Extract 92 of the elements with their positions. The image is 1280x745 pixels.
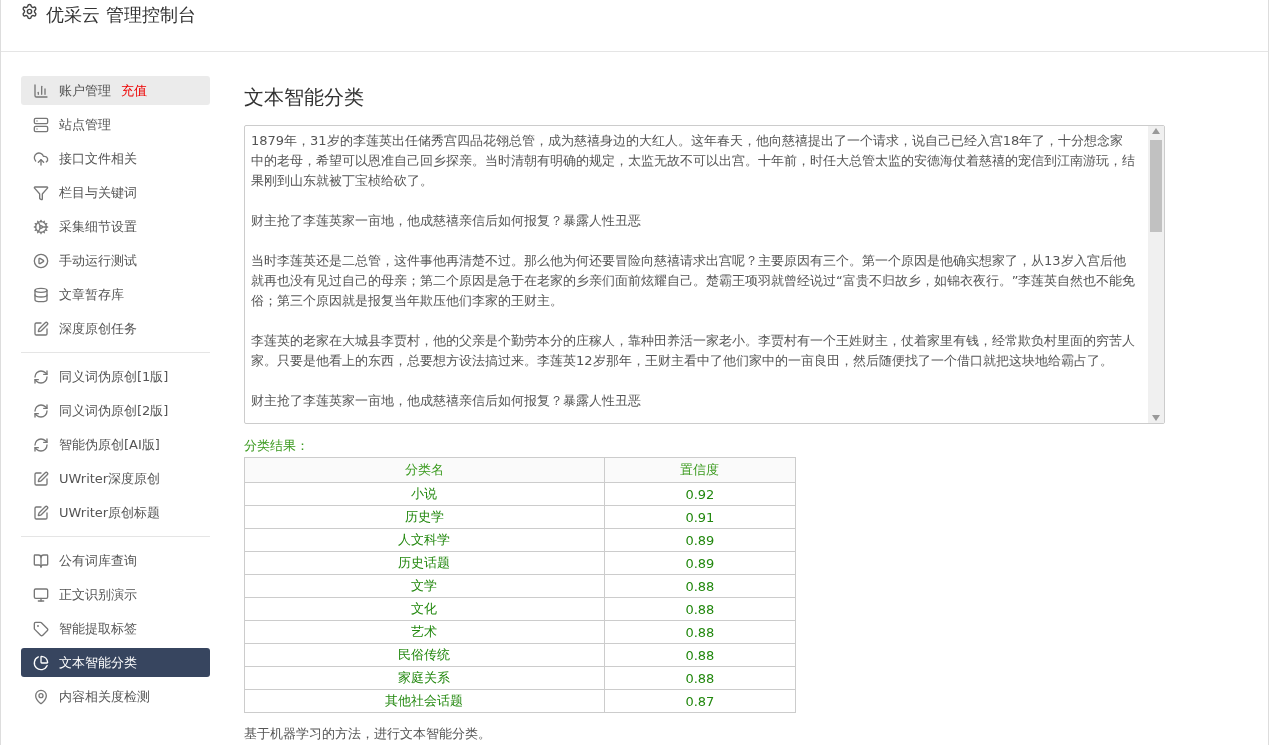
edit-icon [33, 320, 49, 337]
column-header: 置信度 [604, 457, 796, 483]
scroll-down-icon[interactable] [1152, 415, 1160, 421]
refresh-icon [33, 402, 49, 419]
sidebar-item[interactable]: 手动运行测试 [21, 246, 210, 275]
sidebar-label: 站点管理 [59, 115, 111, 134]
sidebar-label: 公有词库查询 [59, 551, 137, 570]
sidebar-item[interactable]: 同义词伪原创[2版] [21, 396, 210, 425]
sidebar-item[interactable]: 正文识别演示 [21, 580, 210, 609]
tag-icon [33, 620, 49, 637]
table-cell: 文学 [244, 574, 605, 598]
sidebar-label: 采集细节设置 [59, 217, 137, 236]
bar-chart-icon [33, 82, 49, 99]
table-cell: 0.91 [604, 505, 796, 529]
sidebar-label: 手动运行测试 [59, 251, 137, 270]
scrollbar[interactable] [1148, 126, 1164, 423]
table-cell: 0.89 [604, 528, 796, 552]
edit-icon [33, 470, 49, 487]
sidebar-item[interactable]: 智能提取标签 [21, 614, 210, 643]
text-input-area[interactable] [244, 125, 1165, 424]
table-cell: 家庭关系 [244, 666, 605, 690]
console-title: 优采云 管理控制台 [46, 3, 196, 27]
cloud-upload-icon [33, 150, 49, 167]
text-paragraph: 1879年，31岁的李莲英出任储秀宫四品花翎总管，成为慈禧身边的大红人。这年春天，他向慈禧提出了一个请求，说自己已经入宫18年了，十分想念家中的老母，希望可以恩准自己回乡探亲。当时清朝有明确的规定，太监无故不可以出宫。十年前，时任大总管太监的安德海仗着慈禧的宠信到江南游玩，结果刚到山东就被丁宝桢给砍了。 [251, 132, 1136, 190]
table-cell: 人文科学 [244, 528, 605, 552]
sidebar-label: 深度原创任务 [59, 319, 137, 338]
sidebar-item[interactable]: 文本智能分类 [21, 648, 210, 677]
sidebar-item[interactable]: 智能伪原创[AI版] [21, 430, 210, 459]
sidebar-item[interactable]: 接口文件相关 [21, 144, 210, 173]
table-cell: 历史学 [244, 505, 605, 529]
book-icon [33, 552, 49, 569]
sidebar-label: 账户管理 [59, 81, 111, 100]
result-label: 分类结果： [244, 437, 310, 455]
table-cell: 0.88 [604, 574, 796, 598]
sidebar-label: 接口文件相关 [59, 149, 137, 168]
page-title: 文本智能分类 [244, 84, 365, 111]
server-icon [33, 116, 49, 133]
sidebar-item[interactable]: 公有词库查询 [21, 546, 210, 575]
sidebar-label: 栏目与关键词 [59, 183, 137, 202]
footnote: 基于机器学习的方法，进行文本智能分类。 [244, 725, 492, 743]
sidebar-label: 同义词伪原创[1版] [59, 367, 169, 386]
table-cell: 其他社会话题 [244, 689, 605, 713]
sidebar-item[interactable]: 内容相关度检测 [21, 682, 210, 711]
scroll-up-icon[interactable] [1152, 128, 1160, 134]
sidebar-label: UWriter原创标题 [59, 503, 161, 522]
sidebar-label: 内容相关度检测 [59, 687, 150, 706]
edit-icon [33, 504, 49, 521]
table-cell: 小说 [244, 482, 605, 506]
database-icon [33, 286, 49, 303]
table-cell: 民俗传统 [244, 643, 605, 667]
monitor-icon [33, 586, 49, 603]
text-paragraph: 财主抢了李莲英家一亩地，他成慈禧亲信后如何报复？暴露人性丑恶 [251, 212, 642, 230]
column-header: 分类名 [244, 457, 605, 483]
text-paragraph: 财主抢了李莲英家一亩地，他成慈禧亲信后如何报复？暴露人性丑恶 [251, 392, 642, 410]
sidebar-label: 文章暂存库 [59, 285, 124, 304]
sidebar-label: 智能伪原创[AI版] [59, 435, 160, 454]
table-cell: 0.92 [604, 482, 796, 506]
table-cell: 0.89 [604, 551, 796, 575]
sidebar-item[interactable]: 账户管理 充值 [21, 76, 210, 105]
text-paragraph: 李莲英的老家在大城县李贾村，他的父亲是个勤劳本分的庄稼人，靠种田养活一家老小。李贾村有一个王姓财主，仗着家里有钱，经常欺负村里面的穷苦人家。只要是他看上的东西，总要想方设法搞过来。李莲英12岁那年，王财主看中了他们家中的一亩良田，然后随便找了一个借口就把这块地给霸占了。 [251, 332, 1136, 370]
gear-icon [33, 218, 49, 235]
sidebar-label: UWriter深度原创 [59, 469, 161, 488]
sidebar-label: 正文识别演示 [59, 585, 137, 604]
play-icon [33, 252, 49, 269]
sidebar-label: 智能提取标签 [59, 619, 137, 638]
sidebar-item[interactable]: 站点管理 [21, 110, 210, 139]
sidebar-item[interactable]: 栏目与关键词 [21, 178, 210, 207]
sidebar-item[interactable]: 文章暂存库 [21, 280, 210, 309]
sidebar-item[interactable]: UWriter深度原创 [21, 464, 210, 493]
sidebar-label: 同义词伪原创[2版] [59, 401, 169, 420]
table-cell: 0.88 [604, 597, 796, 621]
table-cell: 0.88 [604, 666, 796, 690]
sidebar-label: 文本智能分类 [59, 653, 137, 672]
recharge-link[interactable]: 充值 [121, 81, 147, 100]
sidebar-item[interactable]: 采集细节设置 [21, 212, 210, 241]
scrollbar-thumb[interactable] [1150, 140, 1162, 232]
text-paragraph: 当时李莲英还是二总管，这件事他再清楚不过。那么他为何还要冒险向慈禧请求出宫呢？主要原因有三个。第一个原因是他确实想家了，从13岁入宫后他就再也没有见过自己的母亲；第二个原因是急于在老家的乡亲们面前炫耀自己。楚霸王项羽就曾经说过“富贵不归故乡，如锦衣夜行。”李莲英自然也不能免俗；第三个原因就是报复当年欺压他们李家的王财主。 [251, 252, 1136, 310]
table-cell: 0.88 [604, 643, 796, 667]
table-cell: 0.88 [604, 620, 796, 644]
table-cell: 历史话题 [244, 551, 605, 575]
sidebar-item[interactable]: 同义词伪原创[1版] [21, 362, 210, 391]
table-cell: 文化 [244, 597, 605, 621]
sidebar-item[interactable]: 深度原创任务 [21, 314, 210, 343]
filter-icon [33, 184, 49, 201]
settings-icon [21, 3, 38, 20]
pie-chart-icon [33, 654, 49, 671]
table-cell: 0.87 [604, 689, 796, 713]
sidebar-item[interactable]: UWriter原创标题 [21, 498, 210, 527]
refresh-icon [33, 368, 49, 385]
refresh-icon [33, 436, 49, 453]
pin-icon [33, 688, 49, 705]
table-cell: 艺术 [244, 620, 605, 644]
